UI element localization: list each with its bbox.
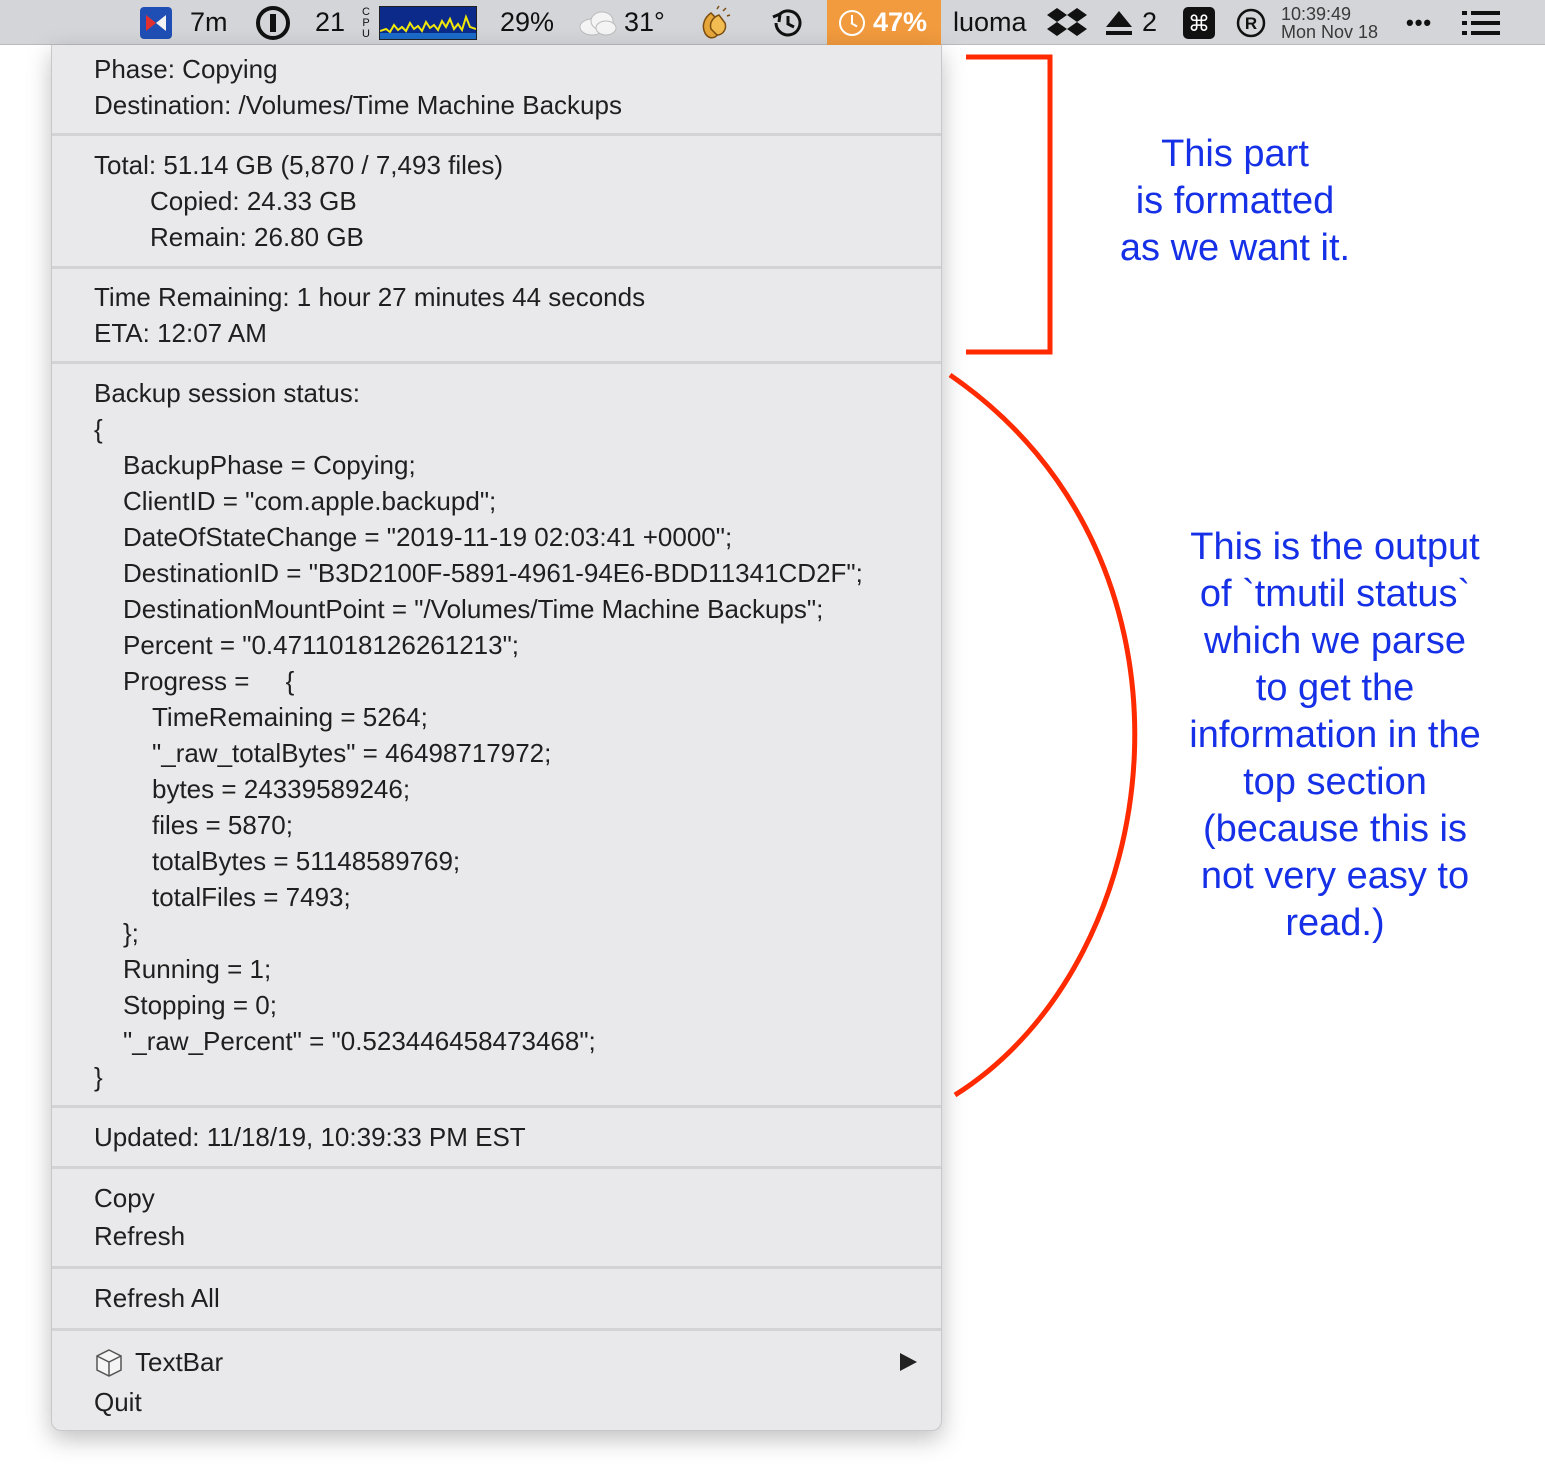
- status-line: Running = 1;: [123, 954, 272, 984]
- refresh-menu-item[interactable]: Refresh: [94, 1218, 185, 1254]
- cpu-vertical-label: CPU: [360, 6, 372, 39]
- status-header: Backup session status:: [94, 378, 360, 408]
- status-line: TimeRemaining = 5264;: [152, 702, 428, 732]
- onepassword-menu-item[interactable]: 21: [255, 0, 345, 45]
- status-line: "_raw_totalBytes" = 46498717972;: [152, 738, 552, 768]
- command-key-icon: ⌘: [1182, 6, 1216, 40]
- copy-menu-item[interactable]: Copy: [94, 1180, 155, 1216]
- time-machine-progress-item[interactable]: 47%: [827, 0, 941, 45]
- dropbox-icon: [1047, 6, 1087, 40]
- destination-line: Destination: /Volumes/Time Machine Backu…: [94, 90, 622, 120]
- menu-separator: [52, 266, 941, 269]
- status-line: BackupPhase = Copying;: [123, 450, 416, 480]
- weather-temp: 31°: [624, 7, 665, 37]
- command-menu-item[interactable]: ⌘: [1182, 0, 1216, 45]
- cloud-icon: [578, 9, 618, 37]
- annotation-line: as we want it.: [1119, 227, 1351, 269]
- time-machine-percent: 47%: [873, 7, 928, 37]
- textbar-submenu-item[interactable]: TextBar: [135, 1344, 223, 1380]
- top-annotation: This part is formatted as we want it.: [1080, 131, 1390, 272]
- weather-menu-item[interactable]: 31°: [578, 0, 665, 45]
- list-icon: [1462, 10, 1500, 36]
- clock-time: 10:39:49: [1281, 3, 1352, 24]
- registered-icon: R: [1236, 8, 1266, 38]
- status-line: Percent = "0.4711018126261213";: [123, 630, 520, 660]
- dropbox-menu-item[interactable]: [1047, 0, 1087, 45]
- annotation-line: to get the: [1255, 667, 1415, 709]
- status-line: totalBytes = 51148589769;: [152, 846, 461, 876]
- eject-menu-item[interactable]: 2: [1104, 0, 1157, 45]
- clock-icon: [839, 9, 865, 36]
- status-line: bytes = 24339589246;: [152, 774, 411, 804]
- eject-icon: [1104, 9, 1134, 37]
- timer-menu-item[interactable]: 7m: [138, 0, 228, 45]
- time-machine-history-item[interactable]: [768, 0, 806, 45]
- updated-line: Updated: 11/18/19, 10:39:33 PM EST: [94, 1122, 526, 1152]
- status-line: Stopping = 0;: [123, 990, 277, 1020]
- cpu-graph: [379, 5, 477, 40]
- menu-separator: [52, 1266, 941, 1269]
- annotation-line: top section: [1243, 761, 1427, 803]
- annotation-line: This part: [1161, 133, 1309, 175]
- eta-line: ETA: 12:07 AM: [94, 318, 267, 348]
- annotation-line: is formatted: [1135, 180, 1335, 222]
- copied-line: Copied: 24.33 GB: [150, 186, 357, 216]
- annotation-line: This is the output: [1190, 526, 1480, 568]
- menu-separator: [52, 1166, 941, 1169]
- status-line: DestinationMountPoint = "/Volumes/Time M…: [123, 594, 824, 624]
- status-line: }: [94, 1062, 103, 1092]
- menu-separator: [52, 1105, 941, 1108]
- annotation-line: information in the: [1189, 714, 1481, 756]
- status-line: {: [94, 414, 103, 444]
- bottom-annotation: This is the output of `tmutil status` wh…: [1160, 524, 1510, 947]
- total-line: Total: 51.14 GB (5,870 / 7,493 files): [94, 150, 504, 180]
- onepassword-count: 21: [315, 7, 346, 37]
- annotation-line: (because this is: [1202, 808, 1467, 850]
- notification-center-item[interactable]: [1462, 0, 1500, 45]
- time-machine-badge: 47%: [827, 0, 941, 45]
- red-bracket: [966, 54, 1053, 355]
- status-line: ClientID = "com.apple.backupd";: [123, 486, 497, 516]
- annotation-line: not very easy to: [1200, 855, 1470, 897]
- menu-separator: [52, 133, 941, 136]
- eject-count: 2: [1142, 7, 1158, 37]
- annotation-line: of `tmutil status`: [1199, 573, 1471, 615]
- phase-line: Phase: Copying: [94, 54, 278, 84]
- timer-text: 7m: [190, 7, 228, 37]
- remain-line: Remain: 26.80 GB: [150, 222, 364, 252]
- red-arc: [948, 372, 1138, 1098]
- svg-text:R: R: [1245, 14, 1257, 33]
- status-line: DateOfStateChange = "2019-11-19 02:03:41…: [123, 522, 733, 552]
- status-line: files = 5870;: [152, 810, 293, 840]
- annotation-line: which we parse: [1204, 620, 1466, 662]
- menu-separator: [52, 361, 941, 364]
- cpu-menu-item[interactable]: CPU: [360, 0, 477, 45]
- menubar-clock[interactable]: 10:39:49 Mon Nov 18: [1281, 0, 1378, 45]
- refresh-all-menu-item[interactable]: Refresh All: [94, 1280, 220, 1316]
- status-line: };: [123, 918, 139, 948]
- status-line: totalFiles = 7493;: [152, 882, 351, 912]
- svg-text:⌘: ⌘: [1188, 12, 1210, 37]
- status-line: "_raw_Percent" = "0.523446458473468";: [123, 1026, 596, 1056]
- quit-menu-item[interactable]: Quit: [94, 1384, 142, 1420]
- status-line: Progress = {: [123, 666, 295, 696]
- clock-date: Mon Nov 18: [1281, 21, 1379, 42]
- textbar-app-icon: [94, 1348, 124, 1378]
- registered-menu-item[interactable]: R: [1236, 0, 1266, 45]
- clapping-hands-icon: [697, 5, 733, 41]
- timer-app-icon: [138, 5, 174, 41]
- cpu-percent: 29%: [500, 7, 555, 37]
- annotation-line: read.): [1285, 902, 1385, 944]
- onepassword-icon: [255, 5, 291, 41]
- submenu-arrow-icon: [900, 1353, 917, 1371]
- more-menu-item[interactable]: •••: [1406, 0, 1432, 45]
- textbar-dropdown-menu: Phase: Copying Destination: /Volumes/Tim…: [51, 45, 942, 1431]
- clap-menu-item[interactable]: [697, 0, 733, 45]
- time-remaining-line: Time Remaining: 1 hour 27 minutes 44 sec…: [94, 282, 646, 312]
- menu-separator: [52, 1328, 941, 1331]
- status-line: DestinationID = "B3D2100F-5891-4961-94E6…: [123, 558, 863, 588]
- time-machine-clock-icon: [768, 5, 806, 41]
- menu-bar: 7m 21 CPU 29% 31° 47% luoma 2 ⌘ R 10:39:…: [0, 0, 1545, 45]
- username[interactable]: luoma: [953, 0, 1027, 45]
